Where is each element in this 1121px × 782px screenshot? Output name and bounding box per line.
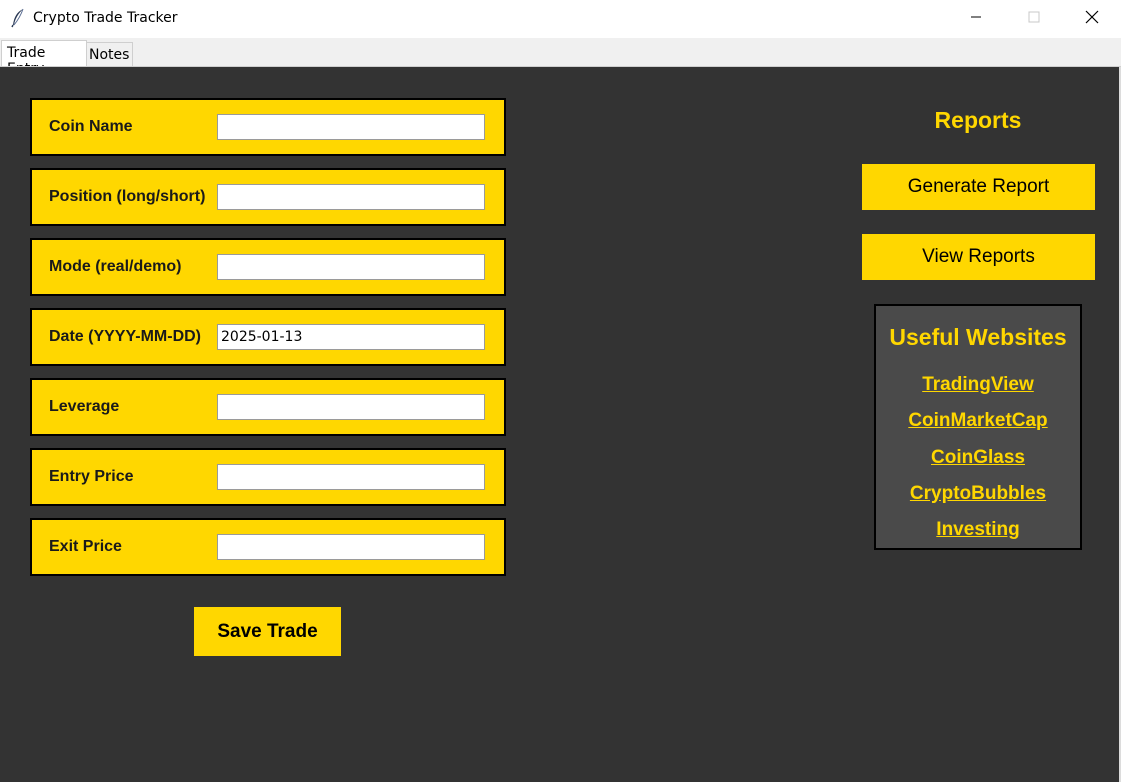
feather-icon: [10, 8, 26, 28]
field-label: Mode (real/demo): [49, 258, 182, 275]
field-coin-name: Coin Name: [30, 98, 506, 156]
tab-trade-entry[interactable]: Trade Entry: [1, 40, 87, 77]
link-investing[interactable]: Investing: [876, 519, 1080, 541]
field-label: Coin Name: [49, 118, 133, 135]
field-position: Position (long/short): [30, 168, 506, 226]
close-icon: [1085, 10, 1099, 29]
field-date: Date (YYYY-MM-DD): [30, 308, 506, 366]
field-label: Leverage: [49, 398, 120, 415]
field-label: Entry Price: [49, 468, 134, 485]
tab-notes[interactable]: Notes: [87, 42, 133, 67]
reports-heading: Reports: [934, 107, 1022, 133]
entry-price-input[interactable]: [217, 464, 485, 490]
link-tradingview[interactable]: TradingView: [876, 374, 1080, 396]
coin-name-input[interactable]: [217, 114, 485, 140]
exit-price-input[interactable]: [217, 534, 485, 560]
field-entry-price: Entry Price: [30, 448, 506, 506]
date-input[interactable]: [217, 324, 485, 350]
field-label: Date (YYYY-MM-DD): [49, 328, 202, 345]
field-label: Position (long/short): [49, 188, 206, 205]
link-coinglass[interactable]: CoinGlass: [876, 447, 1080, 469]
link-coinmarketcap[interactable]: CoinMarketCap: [876, 410, 1080, 432]
field-leverage: Leverage: [30, 378, 506, 436]
close-button[interactable]: [1063, 0, 1121, 38]
maximize-icon: [1028, 10, 1040, 28]
title-bar: Crypto Trade Tracker: [0, 0, 1121, 38]
field-label: Exit Price: [49, 538, 122, 555]
minimize-button[interactable]: [947, 0, 1005, 38]
websites-heading: Useful Websites: [889, 324, 1067, 350]
mode-input[interactable]: [217, 254, 485, 280]
save-trade-button[interactable]: Save Trade: [194, 607, 341, 656]
generate-report-button[interactable]: Generate Report: [862, 164, 1095, 210]
field-exit-price: Exit Price: [30, 518, 506, 576]
maximize-button[interactable]: [1005, 0, 1063, 38]
field-mode: Mode (real/demo): [30, 238, 506, 296]
position-input[interactable]: [217, 184, 485, 210]
view-reports-button[interactable]: View Reports: [862, 234, 1095, 280]
tab-strip: Trade Entry Notes: [0, 38, 1121, 77]
window-title: Crypto Trade Tracker: [33, 10, 178, 26]
minimize-icon: [970, 10, 982, 28]
useful-websites-panel: Useful Websites TradingView CoinMarketCa…: [874, 304, 1082, 550]
leverage-input[interactable]: [217, 394, 485, 420]
link-cryptobubbles[interactable]: CryptoBubbles: [876, 483, 1080, 505]
